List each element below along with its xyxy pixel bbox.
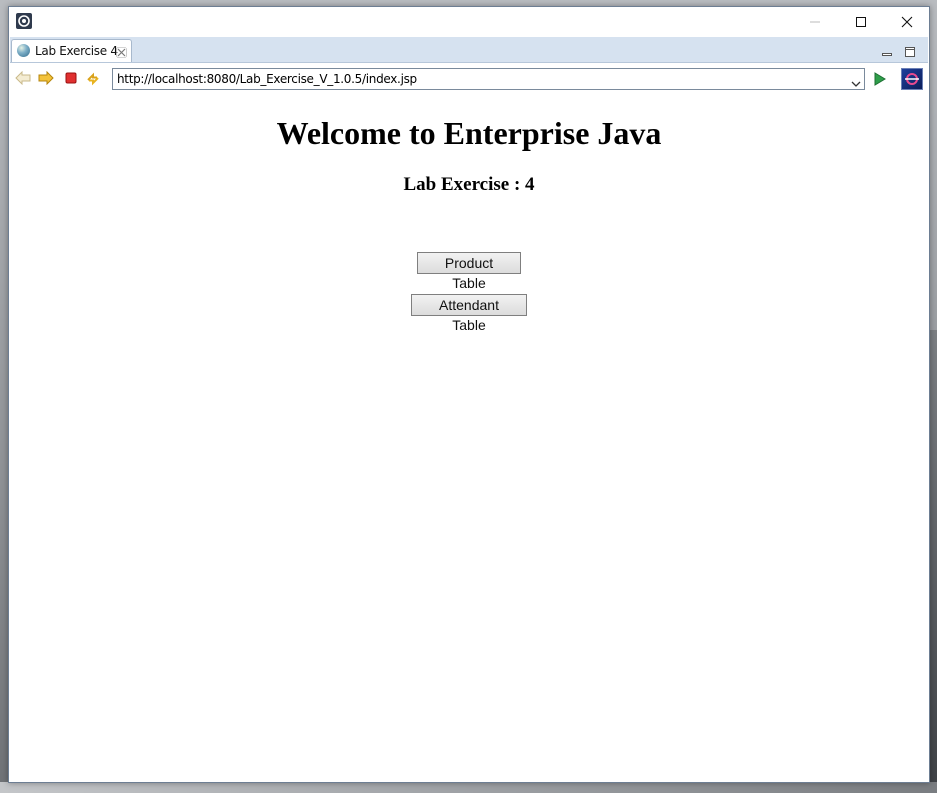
minimize-view-icon[interactable] — [882, 45, 892, 63]
globe-icon — [17, 44, 30, 57]
back-arrow-icon[interactable] — [15, 70, 33, 87]
maximize-view-icon[interactable] — [905, 44, 915, 62]
page-content: Welcome to Enterprise Java Lab Exercise … — [10, 95, 928, 782]
eclipse-app-icon[interactable] — [16, 13, 32, 29]
desktop-background-bottom — [0, 782, 937, 793]
product-table-button[interactable]: Product Table — [417, 252, 521, 291]
page-title: Welcome to Enterprise Java — [276, 115, 662, 151]
maximize-window-button[interactable] — [838, 7, 884, 37]
url-input[interactable]: http://localhost:8080/Lab_Exercise_V_1.0… — [112, 68, 865, 90]
refresh-icon[interactable] — [85, 71, 103, 87]
tab-lab-exercise[interactable]: Lab Exercise 4 — [11, 39, 132, 62]
browser-toolbar: http://localhost:8080/Lab_Exercise_V_1.0… — [10, 63, 928, 95]
close-window-button[interactable] — [884, 7, 930, 37]
editor-tab-bar: Lab Exercise 4 — [10, 37, 928, 63]
tab-label: Lab Exercise 4 — [35, 44, 118, 58]
forward-arrow-icon[interactable] — [38, 70, 56, 87]
tab-close-icon[interactable] — [116, 45, 127, 63]
stop-icon[interactable] — [64, 71, 82, 87]
url-text: http://localhost:8080/Lab_Exercise_V_1.0… — [117, 72, 417, 86]
minimize-window-button[interactable] — [792, 7, 838, 37]
go-arrow-icon[interactable] — [873, 71, 887, 92]
attendant-table-button[interactable]: Attendant Table — [411, 294, 527, 333]
desktop-background — [929, 330, 937, 793]
title-bar — [9, 7, 929, 37]
browser-window: Lab Exercise 4 http://localhost:8080/Lab… — [8, 6, 930, 783]
page-subtitle: Lab Exercise : 4 — [403, 174, 535, 195]
web-browser-logo-icon[interactable] — [901, 68, 923, 90]
chevron-down-icon[interactable] — [851, 75, 861, 93]
